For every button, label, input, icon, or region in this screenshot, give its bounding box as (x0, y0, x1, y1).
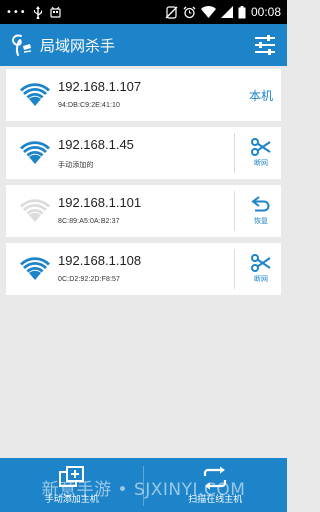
battery-icon (238, 5, 246, 19)
mute-icon (165, 5, 178, 19)
more-dots-icon: ••• (6, 6, 27, 18)
cell-signal-icon (220, 6, 233, 18)
status-bar: ••• 00:08 (0, 0, 287, 24)
wifi-signal-icon (200, 6, 216, 18)
wifi-icon (20, 257, 50, 281)
cut-network-button[interactable]: 断网 (235, 243, 287, 295)
host-mac: 0C:D2:92:2D:F8:57 (58, 276, 121, 283)
restore-network-button[interactable]: 恢复 (235, 185, 287, 237)
scan-hosts-button[interactable]: 扫描在线主机 (144, 458, 288, 512)
add-host-button[interactable]: 手动添加主机 (0, 458, 144, 512)
wifi-icon (20, 141, 50, 165)
host-ip: 192.168.1.108 (58, 253, 142, 268)
android-icon (49, 6, 62, 19)
cut-network-button[interactable]: 断网 (235, 127, 287, 179)
wifi-icon (20, 83, 50, 107)
add-host-label: 手动添加主机 (44, 494, 99, 505)
host-ip: 192.168.1.45 (58, 137, 134, 152)
action-label: 断网 (254, 275, 268, 283)
host-row[interactable]: 192.168.1.45 手动添加的 断网 (6, 127, 281, 179)
bottom-bar: 手动添加主机 扫描在线主机 新意手游 • SJXINYI.COM (0, 458, 287, 512)
refresh-arrows-icon (204, 466, 227, 489)
app-bar: 局域网杀手 (0, 24, 287, 66)
scan-hosts-label: 扫描在线主机 (188, 494, 243, 505)
host-mac: 8C:89:A5:0A:B2:37 (58, 218, 120, 225)
wifi-icon (20, 199, 50, 223)
host-note: 手动添加的 (58, 162, 94, 169)
alarm-icon (183, 6, 196, 19)
add-window-icon (58, 465, 84, 487)
host-mac: 94:DB:C9:2E:41:10 (58, 102, 121, 109)
host-ip: 192.168.1.107 (58, 79, 142, 94)
scissors-icon (251, 138, 271, 156)
app-title: 局域网杀手 (40, 36, 116, 55)
this-device-label: 本机 (235, 69, 287, 121)
action-label: 恢复 (254, 217, 268, 225)
action-label: 断网 (254, 159, 268, 167)
host-row[interactable]: 192.168.1.101 8C:89:A5:0A:B2:37 恢复 (6, 185, 281, 237)
phone-swirl-logo-icon[interactable] (8, 32, 34, 58)
sliders-settings-icon[interactable] (253, 33, 277, 57)
clock-time: 00:08 (250, 5, 281, 19)
scissors-icon (251, 254, 271, 272)
undo-arrow-icon (251, 196, 270, 212)
host-row[interactable]: 192.168.1.107 94:DB:C9:2E:41:10 本机 (6, 69, 281, 121)
host-ip: 192.168.1.101 (58, 195, 142, 210)
action-label: 本机 (248, 88, 273, 103)
host-row[interactable]: 192.168.1.108 0C:D2:92:2D:F8:57 断网 (6, 243, 281, 295)
host-list: 192.168.1.107 94:DB:C9:2E:41:10 本机 192.1… (0, 66, 287, 301)
usb-icon (33, 5, 43, 19)
